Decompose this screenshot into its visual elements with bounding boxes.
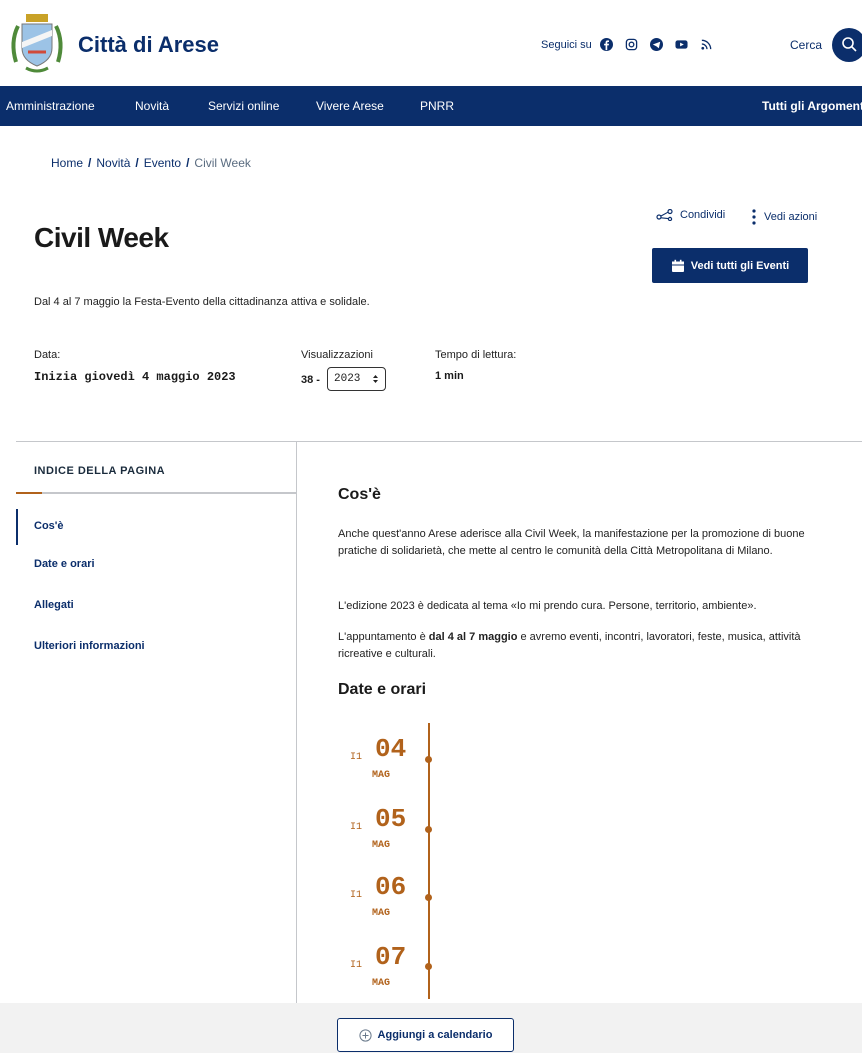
search-icon <box>842 37 857 52</box>
breadcrumb-evento[interactable]: Evento <box>144 156 181 170</box>
column-divider <box>296 441 297 1053</box>
timeline-day: 05 <box>375 804 407 834</box>
paragraph-theme: L'edizione 2023 è dedicata al tema «Io m… <box>338 600 757 612</box>
toc-item-date-e-orari[interactable]: Date e orari <box>34 558 95 570</box>
page-subtitle: Dal 4 al 7 maggio la Festa-Evento della … <box>34 296 370 308</box>
social-links: Seguici su <box>541 38 713 51</box>
breadcrumb-novita[interactable]: Novità <box>96 156 130 170</box>
add-to-calendar-label: Aggiungi a calendario <box>377 1029 493 1041</box>
select-arrows-icon <box>373 375 378 383</box>
reading-time-label: Tempo di lettura: <box>435 349 517 361</box>
more-vertical-icon <box>752 209 756 225</box>
timeline-day: 07 <box>375 942 407 972</box>
timeline-weekday: I1 <box>350 960 363 971</box>
toc-item-ulteriori-informazioni[interactable]: Ulteriori informazioni <box>34 640 145 652</box>
actions-label: Vedi azioni <box>764 211 818 223</box>
actions-button[interactable]: Vedi azioni <box>752 209 817 225</box>
site-header: Città di Arese Seguici su Cerca <box>0 0 862 86</box>
nav-item-vivere-arese[interactable]: Vivere Arese <box>316 99 384 113</box>
year-select-value: 2023 <box>334 373 361 385</box>
section-heading-cos-e: Cos'è <box>338 486 381 503</box>
toc-item-cos-e[interactable]: Cos'è <box>34 520 64 532</box>
rss-icon[interactable] <box>700 38 713 51</box>
timeline-day: 04 <box>375 734 407 764</box>
nav-item-tutti-gli-argomenti[interactable]: Tutti gli Argomenti <box>762 99 862 113</box>
reading-time-value: 1 min <box>435 370 464 382</box>
main-navigation: Amministrazione Novità Servizi online Vi… <box>0 86 862 126</box>
year-select[interactable]: 2023 <box>327 367 386 391</box>
breadcrumb-home[interactable]: Home <box>51 156 83 170</box>
content-divider <box>16 441 862 442</box>
all-events-label: Vedi tutti gli Eventi <box>690 259 790 272</box>
share-button[interactable]: Condividi <box>656 209 725 221</box>
breadcrumb-separator: / <box>186 156 190 170</box>
paragraph-schedule-dates: dal 4 al 7 maggio <box>428 631 518 643</box>
timeline-weekday: I1 <box>350 752 363 763</box>
views-value: 38 - <box>301 374 320 386</box>
city-crest-logo[interactable] <box>6 12 68 76</box>
breadcrumb: Home / Novità / Evento / Civil Week <box>51 156 251 170</box>
views-label: Visualizzazioni <box>301 349 373 361</box>
breadcrumb-separator: / <box>88 156 92 170</box>
timeline-dot <box>425 756 432 763</box>
page-title: Civil Week <box>34 222 169 253</box>
plus-circle-icon <box>358 1028 372 1042</box>
date-value: Inizia giovedì 4 maggio 2023 <box>34 370 236 384</box>
section-heading-date-e-orari: Date e orari <box>338 681 427 698</box>
toc-title: INDICE DELLA PAGINA <box>34 465 166 477</box>
nav-item-amministrazione[interactable]: Amministrazione <box>6 99 95 113</box>
timeline-month: MAG <box>372 840 391 851</box>
youtube-icon[interactable] <box>675 38 688 51</box>
timeline-weekday: I1 <box>350 890 363 901</box>
share-icon <box>656 209 673 221</box>
timeline-month: MAG <box>372 770 391 781</box>
nav-item-servizi-online[interactable]: Servizi online <box>208 99 279 113</box>
timeline-weekday: I1 <box>350 822 363 833</box>
social-label: Seguici su <box>541 38 592 51</box>
paragraph-schedule-pre: L'appuntamento è <box>338 631 429 643</box>
all-events-button[interactable]: Vedi tutti gli Eventi <box>652 248 808 283</box>
timeline-month: MAG <box>372 908 391 919</box>
breadcrumb-current: Civil Week <box>194 156 251 170</box>
timeline-dot <box>425 963 432 970</box>
search-button[interactable] <box>832 28 862 62</box>
calendar-icon <box>671 259 684 272</box>
timeline-day: 06 <box>375 872 407 902</box>
nav-item-pnrr[interactable]: PNRR <box>420 99 454 113</box>
add-to-calendar-button[interactable]: Aggiungi a calendario <box>337 1018 514 1052</box>
timeline-dot <box>425 894 432 901</box>
breadcrumb-separator: / <box>135 156 139 170</box>
site-name[interactable]: Città di Arese <box>78 32 219 58</box>
telegram-icon[interactable] <box>649 38 663 51</box>
paragraph-intro: Anche quest'anno Arese aderisce alla Civ… <box>338 528 805 557</box>
date-label: Data: <box>34 349 61 361</box>
share-label: Condividi <box>680 209 726 221</box>
instagram-icon[interactable] <box>625 38 638 51</box>
facebook-icon[interactable] <box>599 38 613 51</box>
toc-progress-fill <box>16 492 42 494</box>
search-label[interactable]: Cerca <box>790 38 822 52</box>
timeline-dot <box>425 826 432 833</box>
timeline-line <box>428 723 430 999</box>
timeline-month: MAG <box>372 978 391 989</box>
toc-item-allegati[interactable]: Allegati <box>34 599 74 611</box>
paragraph-schedule: L'appuntamento è dal 4 al 7 maggio e avr… <box>338 629 838 663</box>
toc-progress-track <box>16 492 296 494</box>
nav-item-novita[interactable]: Novità <box>135 99 169 113</box>
toc-active-indicator <box>16 509 18 545</box>
